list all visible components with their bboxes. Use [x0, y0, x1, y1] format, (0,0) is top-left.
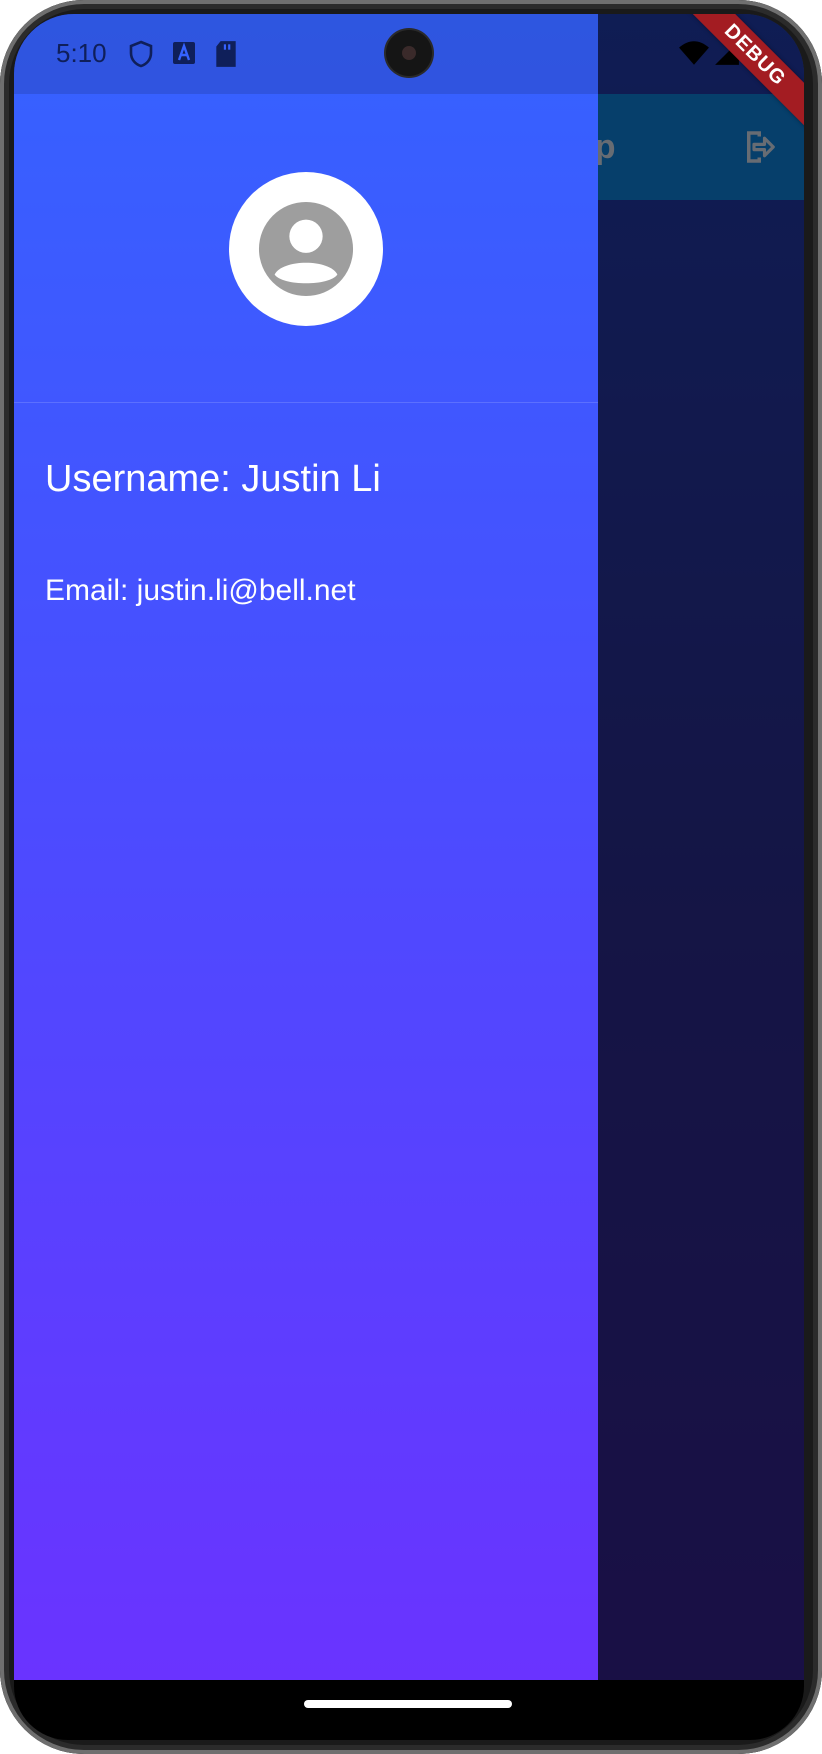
- avatar: [229, 172, 383, 326]
- sd-card-icon: [214, 40, 240, 68]
- navigation-drawer: Username: Justin Li Email: justin.li@bel…: [14, 14, 598, 1680]
- navigation-bar: [14, 1680, 804, 1740]
- font-a-icon: [172, 40, 198, 68]
- status-time: 5:10: [56, 38, 107, 68]
- wifi-icon: [679, 41, 709, 65]
- shield-icon: [128, 40, 154, 68]
- status-bar: 5:10: [14, 14, 804, 94]
- drawer-header: [14, 94, 598, 403]
- account-circle-icon: [258, 201, 354, 297]
- front-camera: [386, 30, 432, 76]
- home-indicator[interactable]: [304, 1700, 512, 1708]
- email-text: Email: justin.li@bell.net: [45, 574, 356, 607]
- username-text: Username: Justin Li: [45, 458, 381, 500]
- device-screen: pp Username: Justin Li Email: justin.li@…: [14, 14, 804, 1680]
